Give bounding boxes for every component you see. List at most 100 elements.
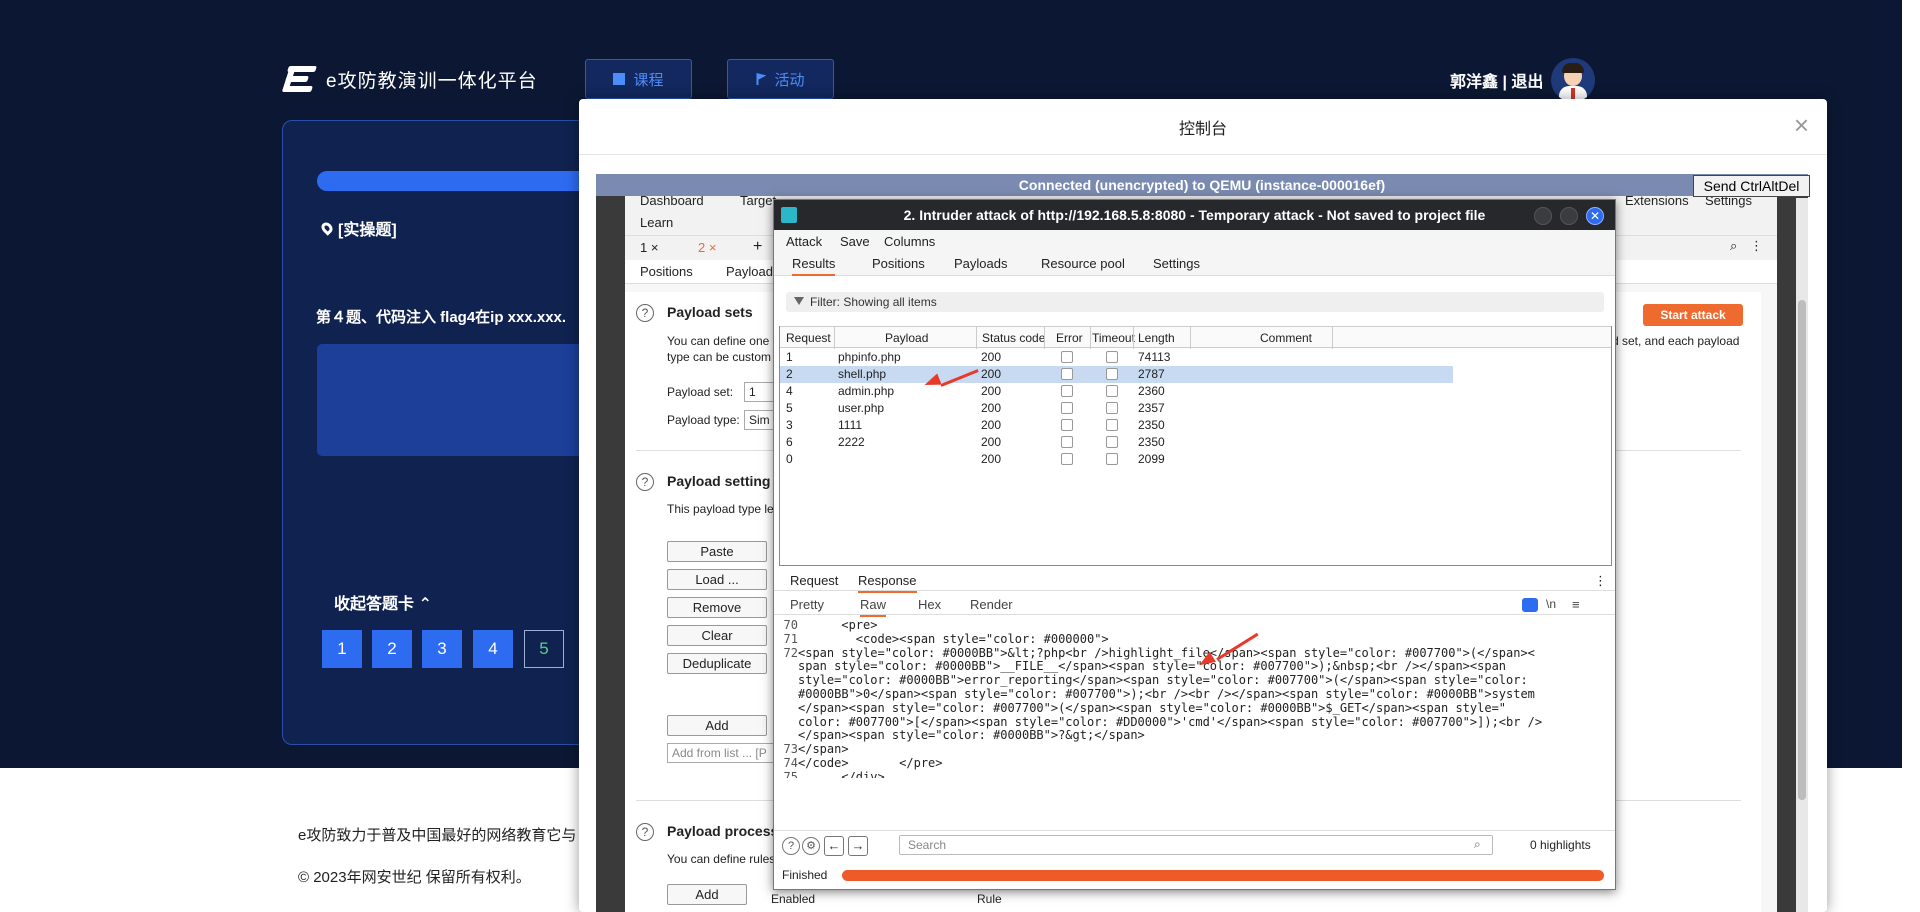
request-tab-1[interactable]: 1 ×	[640, 240, 658, 255]
cell-length: 2350	[1138, 435, 1165, 449]
payload-sets-desc-right: d set, and each payload	[1612, 334, 1740, 348]
cell-request: 6	[786, 435, 793, 449]
menu-save[interactable]: Save	[840, 234, 870, 249]
search-input[interactable]: Search	[899, 835, 1493, 855]
help-icon[interactable]: ?	[636, 304, 654, 322]
tab-response[interactable]: Response	[858, 573, 917, 593]
user-name-logout[interactable]: 郭洋鑫 | 退出	[1450, 68, 1543, 92]
burp-learn-tab[interactable]: Learn	[640, 215, 673, 230]
add-from-list-select[interactable]: Add from list ... [P	[667, 743, 775, 763]
menu-icon[interactable]: ≡	[1572, 597, 1580, 612]
col-error[interactable]: Error	[1056, 331, 1083, 345]
col-request[interactable]: Request	[786, 331, 831, 345]
table-row[interactable]: 5 user.php 200 2357	[780, 400, 1453, 417]
line-number: 72	[783, 645, 798, 660]
newline-icon[interactable]: \n	[1546, 597, 1556, 611]
table-row[interactable]: 1 phpinfo.php 200 74113	[780, 349, 1453, 366]
menu-columns[interactable]: Columns	[884, 234, 935, 249]
wrap-lines-icon[interactable]	[1522, 598, 1538, 612]
burp-more-icon[interactable]: ⋮	[1750, 238, 1763, 254]
add-tab-button[interactable]: +	[753, 238, 762, 256]
col-status[interactable]: Status code	[982, 331, 1045, 345]
tab-resource-pool[interactable]: Resource pool	[1041, 256, 1125, 271]
tab-payloads[interactable]: Payloads	[954, 256, 1007, 271]
payload-processing-title: Payload process	[667, 823, 779, 839]
col-length[interactable]: Length	[1138, 331, 1175, 345]
col-timeout[interactable]: Timeout	[1092, 331, 1135, 345]
user-menu[interactable]: 郭洋鑫 | 退出	[1450, 58, 1596, 102]
code-line: #0000BB">0</span><span style="color: #00…	[798, 687, 1535, 701]
cell-payload: 2222	[838, 435, 865, 449]
question-number-3[interactable]: 3	[422, 630, 462, 668]
tab-results[interactable]: Results	[792, 256, 836, 276]
col-payload[interactable]: Payload	[885, 331, 928, 345]
menu-attack[interactable]: Attack	[786, 234, 822, 249]
add-button[interactable]: Add	[667, 715, 767, 736]
tab-hex[interactable]: Hex	[918, 597, 941, 612]
timeout-checkbox	[1106, 419, 1118, 431]
question-number-2[interactable]: 2	[372, 630, 412, 668]
tab-raw[interactable]: Raw	[860, 597, 887, 617]
cell-payload: 1111	[838, 418, 863, 432]
cell-request: 2	[786, 367, 793, 381]
question-number-1[interactable]: 1	[322, 630, 362, 668]
help-icon[interactable]: ?	[636, 823, 654, 841]
site-logo[interactable]: e攻防教演训一体化平台	[281, 64, 538, 94]
collapse-answer-card[interactable]: 收起答题卡 ⌃	[334, 590, 432, 614]
cell-status: 200	[981, 350, 1002, 364]
help-icon[interactable]: ?	[782, 837, 800, 855]
clear-button[interactable]: Clear	[667, 625, 767, 646]
question-number-4[interactable]: 4	[473, 630, 513, 668]
request-tab-2[interactable]: 2 ×	[698, 240, 716, 255]
tab-pretty[interactable]: Pretty	[790, 597, 824, 612]
processing-add-button[interactable]: Add	[667, 884, 747, 905]
paste-button[interactable]: Paste	[667, 541, 767, 562]
load-button[interactable]: Load ...	[667, 569, 767, 590]
cell-payload: shell.php	[838, 367, 887, 381]
tab-settings[interactable]: Settings	[1153, 256, 1200, 271]
question-number-5[interactable]: 5	[524, 630, 564, 668]
maximize-icon[interactable]	[1560, 207, 1578, 225]
send-ctrl-alt-del-button[interactable]: Send CtrlAltDel	[1693, 175, 1810, 197]
table-row[interactable]: 3 1111 200 2350	[780, 417, 1453, 434]
filter-bar[interactable]: Filter: Showing all items	[786, 292, 1604, 312]
close-icon[interactable]: ✕	[1586, 207, 1604, 225]
arrow-left-icon[interactable]: ←	[824, 836, 844, 856]
deduplicate-button[interactable]: Deduplicate	[667, 653, 767, 674]
nav-courses-button[interactable]: 课程	[585, 59, 692, 99]
burp-search-icon[interactable]: ⌕	[1730, 238, 1737, 254]
table-row[interactable]: 6 2222 200 2350	[780, 434, 1453, 451]
cell-length: 74113	[1138, 350, 1171, 364]
code-line: </code> </pre>	[798, 756, 943, 770]
answer-box[interactable]	[317, 344, 607, 456]
nav-activities-button[interactable]: 活动	[727, 59, 834, 99]
error-checkbox	[1061, 436, 1073, 448]
enabled-column: Enabled	[771, 892, 816, 906]
table-row[interactable]: 4 admin.php 200 2360	[780, 383, 1453, 400]
intruder-tabs: Results Positions Payloads Resource pool…	[774, 252, 1615, 276]
remove-button[interactable]: Remove	[667, 597, 767, 618]
minimize-icon[interactable]	[1534, 207, 1552, 225]
positions-tab[interactable]: Positions	[640, 264, 693, 279]
col-comment[interactable]: Comment	[1260, 331, 1312, 345]
arrow-right-icon[interactable]: →	[848, 836, 868, 856]
tab-render[interactable]: Render	[970, 597, 1013, 612]
exam-progress-bar	[317, 171, 617, 191]
table-row[interactable]: 2 shell.php 200 2787	[780, 366, 1453, 383]
code-line: </span><span style="color: #007700">(</s…	[798, 700, 1507, 715]
table-row[interactable]: 0 200 2099	[780, 451, 1453, 468]
start-attack-button[interactable]: Start attack	[1643, 304, 1743, 326]
payloads-tab[interactable]: Payloads	[726, 264, 779, 279]
payload-sets-title: Payload sets	[667, 304, 753, 320]
timeout-checkbox	[1106, 453, 1118, 465]
more-options-icon[interactable]: ⋮	[1594, 573, 1607, 589]
avatar[interactable]	[1551, 58, 1596, 102]
help-icon[interactable]: ?	[636, 473, 654, 491]
gear-icon[interactable]: ⚙	[802, 837, 820, 855]
scrollbar-thumb[interactable]	[1798, 300, 1806, 800]
close-icon[interactable]: ×	[1794, 111, 1809, 139]
response-code-view[interactable]: 70 <pre> 71 <code><span style="color: #00…	[774, 618, 1604, 778]
cell-status: 200	[981, 452, 1002, 466]
tab-positions[interactable]: Positions	[872, 256, 925, 271]
tab-request[interactable]: Request	[790, 573, 838, 588]
